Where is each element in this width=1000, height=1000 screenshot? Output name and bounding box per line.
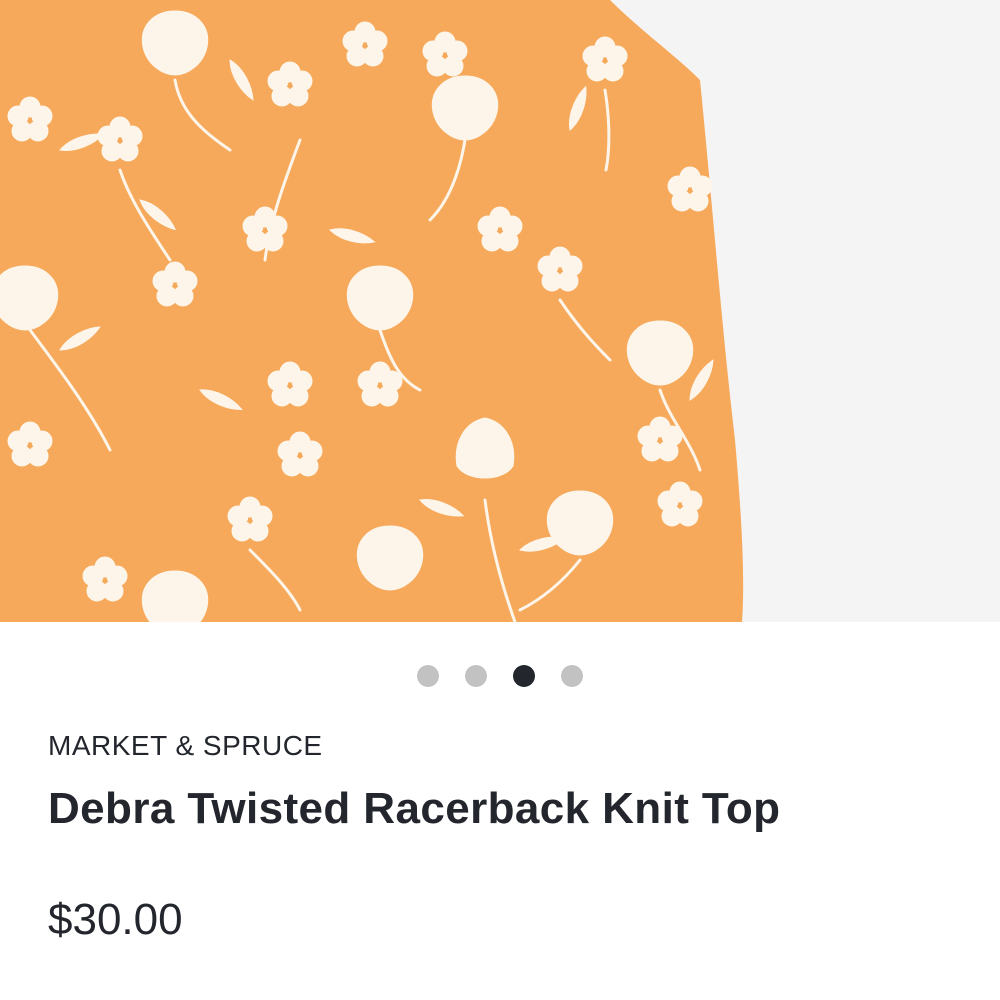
carousel-dot-4[interactable] bbox=[561, 665, 583, 687]
product-photo-graphic bbox=[0, 0, 1000, 622]
carousel-dot-2[interactable] bbox=[465, 665, 487, 687]
product-price: $30.00 bbox=[48, 895, 183, 944]
carousel-dot-1[interactable] bbox=[417, 665, 439, 687]
product-title: Debra Twisted Racerback Knit Top bbox=[48, 784, 781, 833]
brand-name[interactable]: MARKET & SPRUCE bbox=[48, 730, 323, 762]
carousel-dot-3-active[interactable] bbox=[513, 665, 535, 687]
carousel-pagination bbox=[0, 664, 1000, 688]
product-image[interactable] bbox=[0, 0, 1000, 622]
